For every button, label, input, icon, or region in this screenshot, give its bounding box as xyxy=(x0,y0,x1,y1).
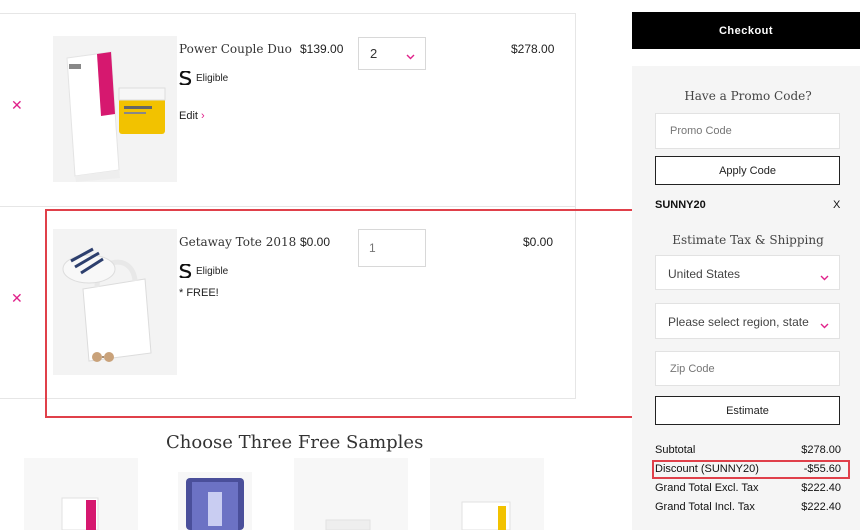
promo-heading: Have a Promo Code? xyxy=(684,89,812,103)
totals-label: Grand Total Incl. Tax xyxy=(655,501,755,513)
unit-price-1: $139.00 xyxy=(300,42,344,56)
region-placeholder: Please select region, state xyxy=(668,315,809,329)
unit-price-2: $0.00 xyxy=(300,235,331,249)
zip-code-input[interactable] xyxy=(655,351,840,386)
samples-title: Choose Three Free Samples xyxy=(166,432,424,453)
chevron-down-icon xyxy=(817,318,829,332)
eligible-badge-2: Eligible xyxy=(179,264,228,278)
sample-tile-4[interactable] xyxy=(430,458,544,530)
remove-item-button-2[interactable]: ✕ xyxy=(11,291,23,305)
free-item-note: * FREE! xyxy=(179,287,219,299)
estimate-heading: Estimate Tax & Shipping xyxy=(672,233,824,247)
product-name-2[interactable]: Getaway Tote 2018 xyxy=(179,235,296,249)
row-divider xyxy=(0,206,576,207)
close-icon: ✕ xyxy=(11,97,23,113)
totals-row-subtotal: Subtotal $278.00 xyxy=(655,444,841,458)
checkout-button[interactable]: Checkout xyxy=(632,12,860,49)
sample-tile-2[interactable] xyxy=(178,472,252,530)
totals-label: Discount (SUNNY20) xyxy=(655,463,759,475)
totals-row-grand-excl: Grand Total Excl. Tax $222.40 xyxy=(655,482,841,496)
totals-row-discount: Discount (SUNNY20) -$55.60 xyxy=(655,463,841,477)
country-value: United States xyxy=(668,267,741,281)
sample-tile-3[interactable] xyxy=(294,458,408,530)
eligible-label: Eligible xyxy=(196,265,229,277)
totals-amount: $222.40 xyxy=(801,482,841,494)
quantity-input-2[interactable] xyxy=(358,229,426,267)
product-image-getaway-tote[interactable] xyxy=(53,229,177,375)
sample-tile-1[interactable] xyxy=(24,458,138,530)
estimate-button[interactable]: Estimate xyxy=(655,396,840,425)
edit-item-link[interactable]: Edit › xyxy=(179,110,205,122)
line-subtotal-1: $278.00 xyxy=(511,42,555,56)
eligible-icon xyxy=(179,264,192,278)
remove-coupon-button[interactable]: X xyxy=(833,199,840,211)
remove-item-button-1[interactable]: ✕ xyxy=(11,98,23,112)
apply-code-button[interactable]: Apply Code xyxy=(655,156,840,185)
totals-label: Subtotal xyxy=(655,444,696,456)
product-name-1[interactable]: Power Couple Duo xyxy=(179,42,292,56)
applied-coupon-code: SUNNY20 xyxy=(655,199,706,211)
eligible-badge-1: Eligible xyxy=(179,71,228,85)
line-subtotal-2: $0.00 xyxy=(523,235,554,249)
totals-amount: $222.40 xyxy=(801,501,841,513)
eligible-icon xyxy=(179,71,192,85)
promo-code-input[interactable] xyxy=(655,113,840,149)
totals-amount: -$55.60 xyxy=(803,463,841,475)
country-select[interactable]: United States xyxy=(655,255,840,290)
totals-row-grand-incl: Grand Total Incl. Tax $222.40 xyxy=(655,501,841,515)
chevron-down-icon xyxy=(406,48,415,63)
quantity-select-1[interactable]: 2 xyxy=(358,37,426,70)
totals-label: Grand Total Excl. Tax xyxy=(655,482,759,494)
totals-amount: $278.00 xyxy=(801,444,841,456)
quantity-value: 2 xyxy=(370,46,378,61)
region-select[interactable]: Please select region, state xyxy=(655,303,840,339)
close-icon: ✕ xyxy=(11,290,23,306)
chevron-down-icon xyxy=(820,270,829,284)
product-image-power-couple-duo[interactable] xyxy=(53,36,177,182)
eligible-label: Eligible xyxy=(196,72,229,84)
edit-label: Edit xyxy=(179,110,198,122)
chevron-right-icon: › xyxy=(200,110,205,122)
